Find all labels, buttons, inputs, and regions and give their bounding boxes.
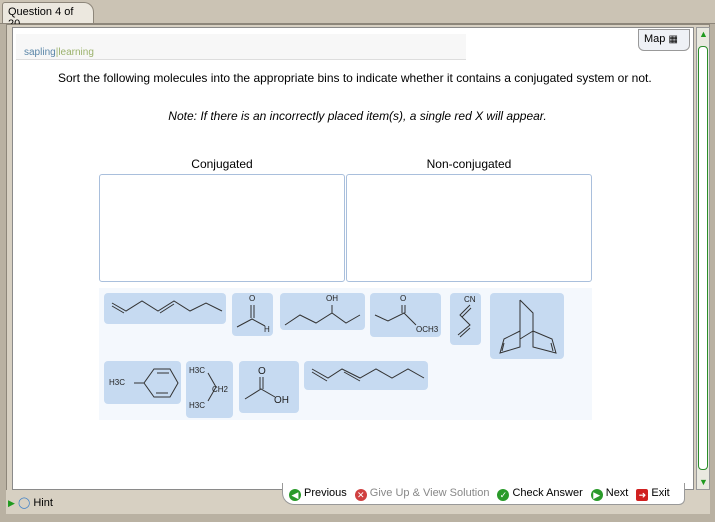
next-button[interactable]: ▶ Next	[590, 486, 629, 501]
molecule-tile[interactable]: H3C	[104, 361, 181, 404]
instructions: Sort the following molecules into the ap…	[58, 71, 652, 85]
atom-label: H	[264, 325, 270, 334]
atom-label: O	[258, 366, 266, 377]
map-button[interactable]: Map ▦	[638, 29, 690, 51]
give-up-label: Give Up & View Solution	[369, 486, 490, 499]
molecule-tile[interactable]: O H	[232, 293, 273, 336]
atom-label: CH2	[212, 385, 229, 394]
atom-label: OH	[326, 294, 338, 303]
atom-label: OCH3	[416, 325, 439, 334]
atom-label: CN	[464, 295, 476, 304]
sapling-logo: sapling|learning	[16, 34, 466, 60]
map-label: Map	[644, 33, 666, 45]
bin-nonconjugated[interactable]	[346, 174, 592, 282]
molecule-tile[interactable]	[304, 361, 428, 390]
check-icon: ✓	[497, 488, 510, 501]
previous-button[interactable]: ◀ Previous	[289, 487, 347, 501]
bin-label-conjugated: Conjugated	[191, 157, 253, 171]
x-circle-icon: ✕	[354, 488, 367, 501]
expand-arrow-icon: ▶	[8, 498, 15, 508]
molecule-tile[interactable]	[490, 293, 564, 359]
molecule-tile[interactable]: O OCH3	[370, 293, 441, 337]
previous-label: Previous	[304, 486, 347, 499]
next-label: Next	[605, 486, 629, 499]
molecule-tile[interactable]: CN	[450, 293, 481, 345]
molecule-tile[interactable]: OH	[280, 293, 365, 330]
bin-label-nonconjugated: Non-conjugated	[426, 157, 512, 171]
exit-button[interactable]: ➜ Exit	[636, 486, 670, 501]
arrow-left-icon: ◀	[289, 488, 301, 501]
bin-conjugated[interactable]	[99, 174, 345, 282]
exit-icon: ➜	[636, 488, 649, 501]
check-answer-button[interactable]: ✓ Check Answer	[497, 486, 583, 501]
atom-label: H3C	[189, 366, 206, 375]
molecule-tile[interactable]	[104, 293, 226, 324]
nav-bar: ◀ Previous ✕ Give Up & View Solution ✓ Chec…	[282, 483, 685, 505]
atom-label: H3C	[109, 378, 126, 387]
molecule-tile[interactable]: H3C CH2 H3C	[186, 361, 233, 418]
molecule-tile[interactable]: O OH	[239, 361, 299, 413]
scroll-down-icon[interactable]: ▼	[699, 477, 708, 487]
top-bar	[0, 0, 715, 24]
logo-text: sapling	[24, 47, 56, 58]
check-label: Check Answer	[512, 486, 583, 499]
note: Note: If there is an incorrectly placed …	[168, 109, 547, 123]
give-up-button[interactable]: ✕ Give Up & View Solution	[354, 486, 490, 501]
atom-label: H3C	[189, 401, 206, 410]
hint-label: Hint	[33, 497, 53, 509]
scroll-up-icon[interactable]: ▲	[699, 29, 708, 39]
atom-label: OH	[274, 395, 289, 406]
question-tab[interactable]: Question 4 of 20	[2, 2, 94, 30]
hint-button[interactable]: ▶ ◯ Hint	[8, 496, 53, 509]
atom-label: O	[400, 294, 407, 303]
arrow-right-icon: ▶	[590, 488, 603, 501]
lightbulb-icon: ◯	[17, 497, 31, 509]
scrollbar[interactable]: ▲ ▼	[696, 27, 710, 490]
sitemap-icon: ▦	[668, 34, 678, 45]
exit-label: Exit	[651, 486, 670, 499]
logo-text-2: learning	[58, 47, 94, 58]
atom-label: O	[249, 294, 256, 303]
